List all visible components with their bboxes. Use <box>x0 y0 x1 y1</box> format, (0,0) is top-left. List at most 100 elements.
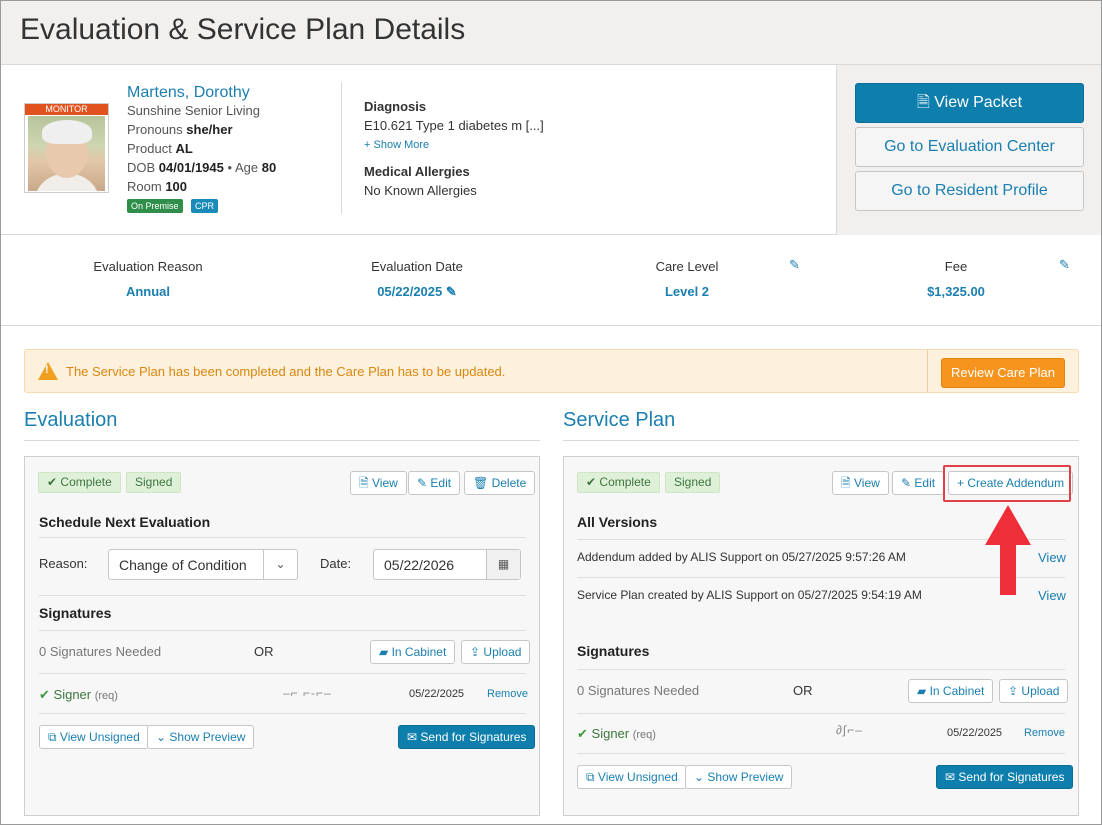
edit-care-level-pencil-icon[interactable]: ✎ <box>789 257 800 273</box>
date-label: Date: <box>320 556 352 571</box>
folder-icon: ▰ <box>917 684 927 698</box>
dob-line: DOB 04/01/1945 • Age 80 <box>127 160 277 175</box>
view-version-link[interactable]: View <box>1038 550 1066 565</box>
next-evaluation-date-input[interactable]: 05/22/2026 ▦ <box>373 549 521 580</box>
edit-evaluation-button[interactable]: ✎ Edit <box>408 471 461 495</box>
send-for-signatures-button[interactable]: ✉ Send for Signatures <box>398 725 536 749</box>
check-icon: ✔ <box>39 687 50 702</box>
check-icon: ✔ <box>577 726 588 741</box>
plus-icon: + <box>364 139 371 151</box>
upload-button[interactable]: ⇪ Upload <box>999 679 1069 703</box>
signed-badge: Signed <box>665 472 721 493</box>
resident-name-link[interactable]: Martens, Dorothy <box>127 84 250 102</box>
in-cabinet-button[interactable]: ▰ In Cabinet <box>370 640 456 664</box>
care-plan-alert: ! The Service Plan has been completed an… <box>24 349 1079 393</box>
divider <box>341 82 342 214</box>
review-care-plan-button[interactable]: Review Care Plan <box>941 358 1065 388</box>
fee-value: $1,325.00 <box>927 284 985 299</box>
view-version-link[interactable]: View <box>1038 588 1066 603</box>
page-title: Evaluation & Service Plan Details <box>20 13 466 46</box>
monitor-tag: MONITOR <box>25 104 108 115</box>
upload-icon: ⇪ <box>1008 684 1019 698</box>
all-versions-heading: All Versions <box>577 514 658 530</box>
allergies-label: Medical Allergies <box>364 164 470 179</box>
evaluation-date: Evaluation Date 05/22/2025 ✎ <box>358 259 476 300</box>
document-icon: 🗎 <box>916 94 930 111</box>
avatar[interactable]: MONITOR <box>24 103 109 193</box>
view-unsigned-button[interactable]: ⧉ View Unsigned <box>577 765 687 789</box>
version-item: Service Plan created by ALIS Support on … <box>577 588 922 602</box>
evaluation-reason-value: Annual <box>125 284 171 299</box>
pencil-icon: ✎ <box>417 476 428 490</box>
signed-badge: Signed <box>126 472 182 493</box>
evaluation-panel: ✔ Complete Signed 🗎 View ✎ Edit 🗑 Delete… <box>24 456 540 816</box>
trash-icon: 🗑 <box>473 476 489 490</box>
service-plan-section-title: Service Plan <box>563 409 676 431</box>
or-label: OR <box>793 683 813 698</box>
complete-badge: ✔ Complete <box>38 472 121 493</box>
folder-icon: ▰ <box>379 645 389 659</box>
room-line: Room 100 <box>127 179 188 194</box>
signatures-heading: Signatures <box>39 605 112 621</box>
allergies-value: No Known Allergies <box>364 183 477 198</box>
version-item: Addendum added by ALIS Support on 05/27/… <box>577 550 906 564</box>
pronouns-line: Pronouns she/her <box>127 122 233 137</box>
signer-row: ✔ Signer (req) <box>39 687 118 702</box>
check-icon: ✔ <box>47 475 58 489</box>
evaluation-summary: Evaluation Reason Annual Evaluation Date… <box>1 235 1101 326</box>
show-preview-button[interactable]: ⌄ Show Preview <box>147 725 255 749</box>
signed-date: 05/22/2025 <box>947 727 1003 739</box>
chevron-down-icon: ⌄ <box>156 730 167 744</box>
send-for-signatures-button[interactable]: ✉ Send for Signatures <box>936 765 1074 789</box>
status-badge-cpr: CPR <box>191 199 219 213</box>
view-packet-button[interactable]: 🗎 View Packet <box>855 83 1084 123</box>
care-level-value: Level 2 <box>664 284 710 299</box>
alert-message: The Service Plan has been completed and … <box>66 364 506 379</box>
upload-button[interactable]: ⇪ Upload <box>461 640 531 664</box>
go-resident-profile-button[interactable]: Go to Resident Profile <box>855 171 1084 211</box>
envelope-icon: ✉ <box>407 730 418 744</box>
facility-name: Sunshine Senior Living <box>127 103 260 118</box>
view-evaluation-button[interactable]: 🗎 View <box>350 471 407 495</box>
signature-image: –⌐ ⌐‐⌐– <box>283 686 332 700</box>
fee: Fee $1,325.00 <box>906 259 1006 299</box>
page-header: Evaluation & Service Plan Details <box>1 1 1101 65</box>
evaluation-date-value: 05/22/2025 ✎ <box>377 284 457 299</box>
calendar-icon[interactable]: ▦ <box>486 550 520 579</box>
care-level: Care Level Level 2 <box>637 259 737 299</box>
show-preview-button[interactable]: ⌄ Show Preview <box>685 765 793 789</box>
signatures-needed: 0 Signatures Needed <box>577 683 700 698</box>
external-link-icon: ⧉ <box>586 770 595 784</box>
remove-signer-link[interactable]: Remove <box>1024 727 1065 739</box>
reason-label: Reason: <box>39 556 88 571</box>
edit-service-plan-button[interactable]: ✎ Edit <box>892 471 945 495</box>
document-icon: 🗎 <box>841 476 851 490</box>
annotation-arrow-icon <box>985 505 1031 595</box>
pencil-icon[interactable]: ✎ <box>446 284 457 299</box>
signature-image: ∂∫⌐– <box>836 723 863 737</box>
chevron-down-icon: ⌄ <box>694 770 705 784</box>
in-cabinet-button[interactable]: ▰ In Cabinet <box>908 679 994 703</box>
status-badge-on-premise: On Premise <box>127 199 183 213</box>
signatures-heading: Signatures <box>577 643 650 659</box>
upload-icon: ⇪ <box>470 645 481 659</box>
schedule-next-evaluation-heading: Schedule Next Evaluation <box>39 514 211 530</box>
diagnosis-value: E10.621 Type 1 diabetes m [...] <box>364 118 544 133</box>
external-link-icon: ⧉ <box>48 730 57 744</box>
reason-select[interactable]: Change of Condition ⌄ <box>108 549 298 580</box>
product-line: Product AL <box>127 141 193 156</box>
pencil-icon: ✎ <box>901 476 912 490</box>
go-evaluation-center-button[interactable]: Go to Evaluation Center <box>855 127 1084 167</box>
annotation-highlight-box <box>943 465 1071 502</box>
remove-signer-link[interactable]: Remove <box>487 688 528 700</box>
signer-row: ✔ Signer (req) <box>577 726 656 741</box>
resident-photo <box>28 116 105 191</box>
edit-fee-pencil-icon[interactable]: ✎ <box>1059 257 1070 273</box>
view-unsigned-button[interactable]: ⧉ View Unsigned <box>39 725 149 749</box>
delete-evaluation-button[interactable]: 🗑 Delete <box>464 471 536 495</box>
signatures-needed: 0 Signatures Needed <box>39 644 162 659</box>
chevron-down-icon: ⌄ <box>263 550 297 579</box>
view-service-plan-button[interactable]: 🗎 View <box>832 471 889 495</box>
diagnosis-label: Diagnosis <box>364 99 427 114</box>
show-more-link[interactable]: + Show More <box>364 139 429 151</box>
